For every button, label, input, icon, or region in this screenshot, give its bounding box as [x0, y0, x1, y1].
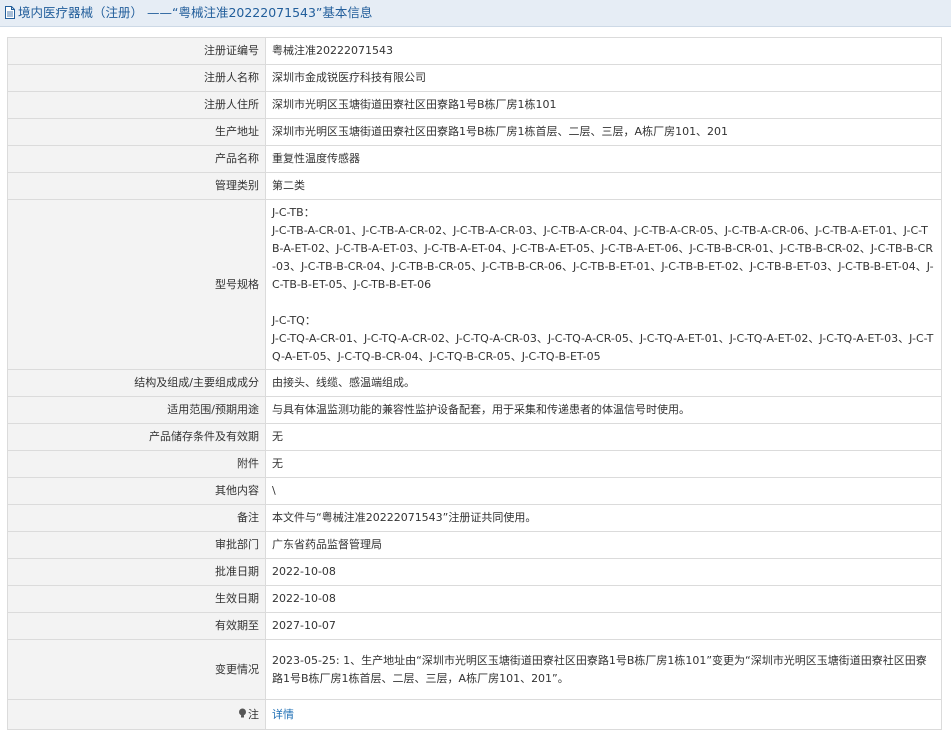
table-row-change-history: 变更情况 2023-05-25: 1、生产地址由“深圳市光明区玉塘街道田寮社区田…: [7, 639, 942, 700]
row-label: 注册证编号: [7, 37, 266, 65]
row-value: 重复性温度传感器: [265, 145, 942, 173]
note-label-cell: 注: [7, 699, 266, 730]
row-label: 适用范围/预期用途: [7, 396, 266, 424]
row-value: 2023-05-25: 1、生产地址由“深圳市光明区玉塘街道田寮社区田寮路1号B…: [265, 639, 942, 700]
row-label: 有效期至: [7, 612, 266, 640]
row-label: 注册人住所: [7, 91, 266, 119]
note-label: 注: [248, 707, 259, 721]
row-label: 注册人名称: [7, 64, 266, 92]
row-label: 附件: [7, 450, 266, 478]
row-value: \: [265, 477, 942, 505]
row-label: 备注: [7, 504, 266, 532]
row-value: 无: [265, 423, 942, 451]
row-label: 结构及组成/主要组成成分: [7, 369, 266, 397]
row-label: 产品储存条件及有效期: [7, 423, 266, 451]
document-icon: [4, 2, 16, 19]
row-value: 深圳市光明区玉塘街道田寮社区田寮路1号B栋厂房1栋101: [265, 91, 942, 119]
row-label: 生产地址: [7, 118, 266, 146]
row-value: 粤械注准20222071543: [265, 37, 942, 65]
table-row-registrant-name: 注册人名称 深圳市金成锐医疗科技有限公司: [7, 64, 942, 92]
row-value: 深圳市光明区玉塘街道田寮社区田寮路1号B栋厂房1栋首层、二层、三层，A栋厂房10…: [265, 118, 942, 146]
table-row-approval-department: 审批部门 广东省药品监督管理局: [7, 531, 942, 559]
table-row-storage-conditions: 产品储存条件及有效期 无: [7, 423, 942, 451]
lightbulb-icon: [238, 707, 247, 718]
table-row-approval-date: 批准日期 2022-10-08: [7, 558, 942, 586]
row-label: 批准日期: [7, 558, 266, 586]
table-row-product-name: 产品名称 重复性温度传感器: [7, 145, 942, 173]
table-row-attachment: 附件 无: [7, 450, 942, 478]
row-label: 其他内容: [7, 477, 266, 505]
table-row-other-content: 其他内容 \: [7, 477, 942, 505]
row-value: 2022-10-08: [265, 585, 942, 613]
table-row-remarks: 备注 本文件与“粤械注准20222071543”注册证共同使用。: [7, 504, 942, 532]
info-table: 注册证编号 粤械注准20222071543 注册人名称 深圳市金成锐医疗科技有限…: [7, 37, 942, 730]
row-value: 无: [265, 450, 942, 478]
row-value: 第二类: [265, 172, 942, 200]
table-row-intended-use: 适用范围/预期用途 与具有体温监测功能的兼容性监护设备配套，用于采集和传递患者的…: [7, 396, 942, 424]
row-value: 本文件与“粤械注准20222071543”注册证共同使用。: [265, 504, 942, 532]
page-title-bar: 境内医疗器械（注册） ——“粤械注准20222071543”基本信息: [0, 0, 951, 27]
table-row-production-address: 生产地址 深圳市光明区玉塘街道田寮社区田寮路1号B栋厂房1栋首层、二层、三层，A…: [7, 118, 942, 146]
row-value: 由接头、线缆、感温端组成。: [265, 369, 942, 397]
note-value-cell: 详情: [265, 699, 942, 730]
page-title: 境内医疗器械（注册） ——“粤械注准20222071543”基本信息: [18, 5, 373, 20]
row-value: J-C-TB： J-C-TB-A-CR-01、J-C-TB-A-CR-02、J-…: [265, 199, 942, 370]
row-label: 产品名称: [7, 145, 266, 173]
row-label: 管理类别: [7, 172, 266, 200]
row-value: 与具有体温监测功能的兼容性监护设备配套，用于采集和传递患者的体温信号时使用。: [265, 396, 942, 424]
table-row-management-category: 管理类别 第二类: [7, 172, 942, 200]
row-label: 型号规格: [7, 199, 266, 370]
table-row-registration-number: 注册证编号 粤械注准20222071543: [7, 37, 942, 65]
table-row-effective-date: 生效日期 2022-10-08: [7, 585, 942, 613]
detail-link[interactable]: 详情: [272, 708, 294, 721]
row-value: 广东省药品监督管理局: [265, 531, 942, 559]
table-row-valid-until: 有效期至 2027-10-07: [7, 612, 942, 640]
row-value: 2022-10-08: [265, 558, 942, 586]
row-label: 审批部门: [7, 531, 266, 559]
row-label: 生效日期: [7, 585, 266, 613]
table-row-registrant-address: 注册人住所 深圳市光明区玉塘街道田寮社区田寮路1号B栋厂房1栋101: [7, 91, 942, 119]
row-value: 2027-10-07: [265, 612, 942, 640]
row-value: 深圳市金成锐医疗科技有限公司: [265, 64, 942, 92]
table-row-note: 注 详情: [7, 699, 942, 730]
table-row-structure-composition: 结构及组成/主要组成成分 由接头、线缆、感温端组成。: [7, 369, 942, 397]
table-row-model-specification: 型号规格 J-C-TB： J-C-TB-A-CR-01、J-C-TB-A-CR-…: [7, 199, 942, 370]
row-label: 变更情况: [7, 639, 266, 700]
